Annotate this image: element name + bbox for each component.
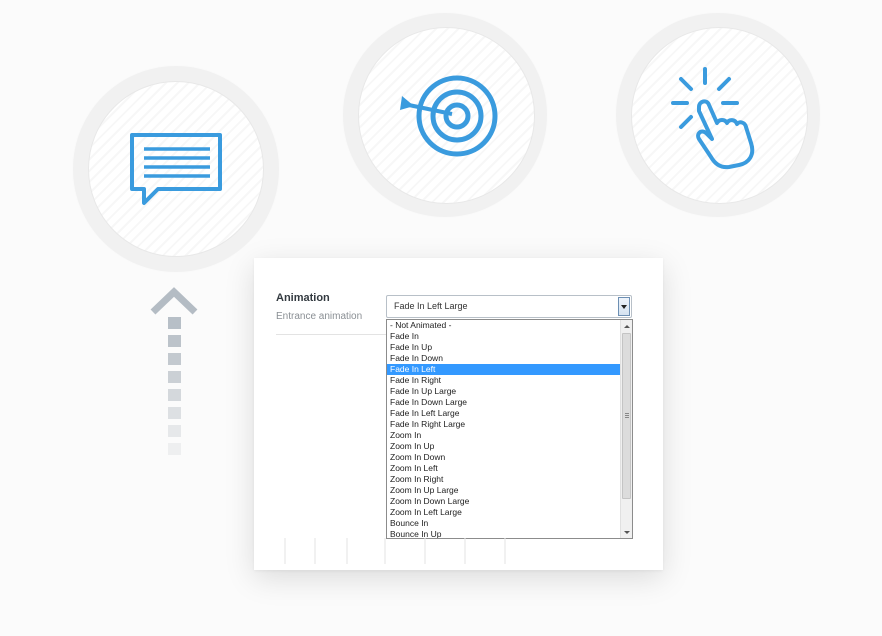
animation-option[interactable]: Zoom In xyxy=(387,430,620,441)
animation-option[interactable]: Zoom In Down xyxy=(387,452,620,463)
arrow-dot xyxy=(168,371,181,383)
arrow-head xyxy=(150,287,198,315)
dotted-up-arrow-icon xyxy=(150,286,198,462)
scroll-down-icon xyxy=(623,530,630,534)
scroll-down-button[interactable] xyxy=(621,526,632,538)
arrow-dot xyxy=(168,353,181,365)
animation-option[interactable]: Zoom In Down Large xyxy=(387,496,620,507)
arrow-dot xyxy=(168,443,181,455)
animation-option[interactable]: Zoom In Up xyxy=(387,441,620,452)
grip-line xyxy=(625,417,629,418)
option-list: - Not Animated - Fade In Fade In Up Fade In… xyxy=(387,320,620,538)
dropdown-scrollbar[interactable] xyxy=(620,320,632,538)
arrow-dot xyxy=(168,425,181,437)
ghost-bar xyxy=(384,538,386,564)
animation-option[interactable]: Fade In Left xyxy=(387,364,620,375)
select-dropdown-button[interactable] xyxy=(618,297,630,316)
animation-select-value: Fade In Left Large xyxy=(394,301,468,311)
animation-option[interactable]: Fade In Right Large xyxy=(387,419,620,430)
click-badge xyxy=(631,27,808,204)
chat-badge xyxy=(88,81,264,257)
animation-dropdown-list: - Not Animated - Fade In Fade In Up Fade In… xyxy=(386,319,633,539)
field-divider xyxy=(276,334,396,335)
animation-description: Entrance animation xyxy=(276,311,363,322)
animation-option[interactable]: Fade In Right xyxy=(387,375,620,386)
grip-line xyxy=(625,413,629,414)
animation-select[interactable]: Fade In Left Large xyxy=(386,295,632,318)
scroll-up-icon xyxy=(623,324,630,328)
animation-option[interactable]: Fade In Down xyxy=(387,353,620,364)
animation-option[interactable]: Zoom In Up Large xyxy=(387,485,620,496)
ghost-bar xyxy=(424,538,426,564)
animation-label: Animation xyxy=(276,292,330,304)
target-badge xyxy=(358,27,535,204)
grip-line xyxy=(625,415,629,416)
animation-option[interactable]: Zoom In Left xyxy=(387,463,620,474)
arrow-dot xyxy=(168,335,181,347)
animation-option[interactable]: Fade In Left Large xyxy=(387,408,620,419)
scroll-up-button[interactable] xyxy=(621,320,632,332)
animation-option[interactable]: Fade In Down Large xyxy=(387,397,620,408)
ghost-bar xyxy=(284,538,286,564)
target-icon xyxy=(399,75,497,156)
animation-option[interactable]: - Not Animated - xyxy=(387,320,620,331)
arrow-dot xyxy=(168,407,181,419)
animation-option[interactable]: Fade In Up Large xyxy=(387,386,620,397)
chevron-down-icon xyxy=(621,304,627,309)
chat-bubble-icon xyxy=(130,133,222,205)
animation-option[interactable]: Fade In Up xyxy=(387,342,620,353)
ghost-bar xyxy=(346,538,348,564)
animation-option[interactable]: Fade In xyxy=(387,331,620,342)
animation-option[interactable]: Bounce In xyxy=(387,518,620,529)
click-hand-icon xyxy=(670,66,754,169)
animation-option[interactable]: Zoom In Left Large xyxy=(387,507,620,518)
scroll-thumb[interactable] xyxy=(622,333,631,499)
ghost-bar xyxy=(464,538,466,564)
arrow-dot xyxy=(168,317,181,329)
animation-option[interactable]: Zoom In Right xyxy=(387,474,620,485)
ghost-bar xyxy=(504,538,506,564)
ghost-bar xyxy=(314,538,316,564)
animation-settings-panel: Animation Entrance animation Fade In Lef… xyxy=(254,258,663,570)
arrow-dot xyxy=(168,389,181,401)
